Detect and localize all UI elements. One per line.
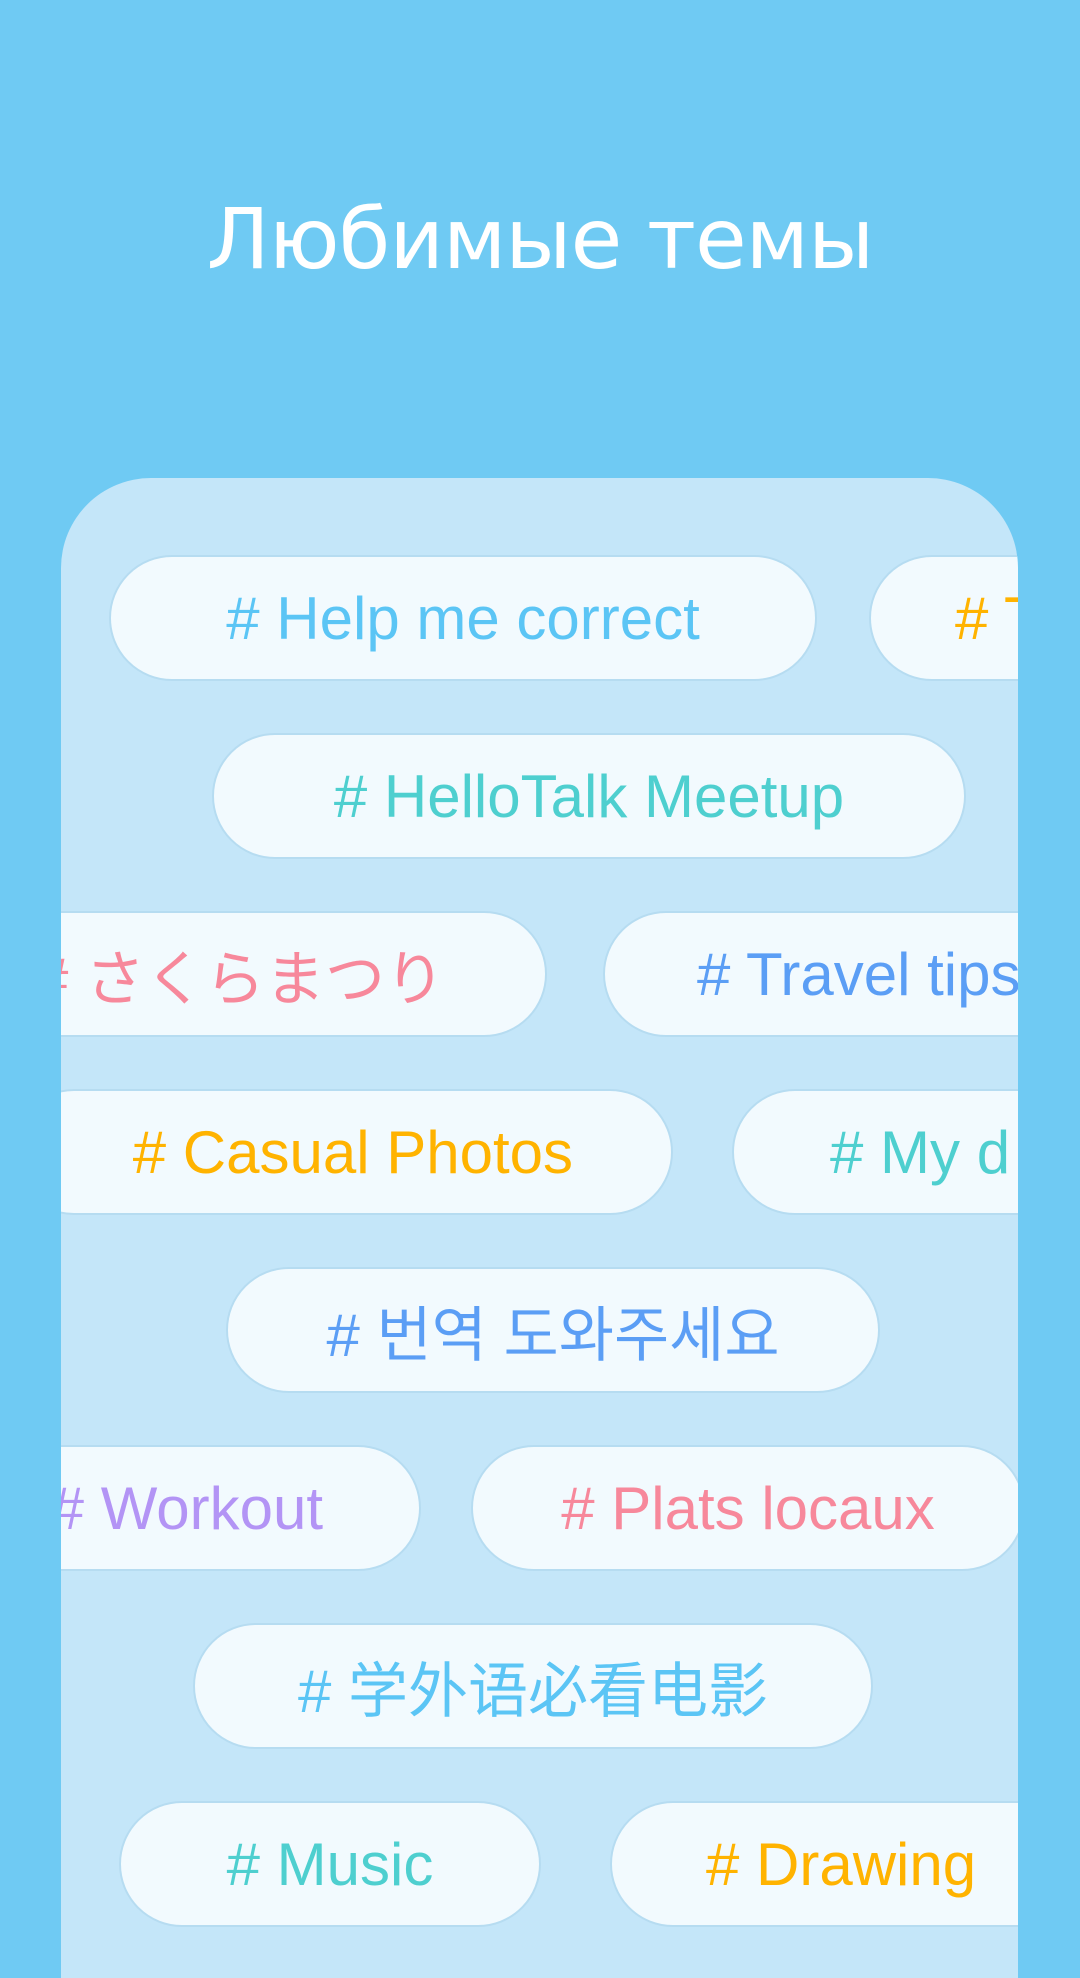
topic-label: # Casual Photos xyxy=(132,1118,573,1186)
topic-chip-casual-photos[interactable]: # Casual Photos xyxy=(61,1089,673,1215)
topic-label: # My d xyxy=(830,1118,1011,1186)
topic-label: # Drawing xyxy=(706,1830,977,1898)
topic-chip-music[interactable]: # Music xyxy=(119,1801,541,1927)
topic-chip-plats-locaux[interactable]: # Plats locaux xyxy=(471,1445,1018,1571)
topic-label: # 번역 도와주세요 xyxy=(326,1301,780,1369)
topic-chip-help-me-correct[interactable]: # Help me correct xyxy=(109,555,817,681)
topic-chip-travel-tips[interactable]: # Travel tips xyxy=(603,911,1018,1037)
topic-label: # Plats locaux xyxy=(561,1474,935,1542)
topic-chip-workout[interactable]: # Workout xyxy=(61,1445,421,1571)
topic-chip-sakura-matsuri[interactable]: # さくらまつり xyxy=(61,911,547,1037)
topics-panel: # Help me correct # T # HelloTalk Meetup… xyxy=(61,478,1018,1978)
topic-label: # HelloTalk Meetup xyxy=(333,762,845,830)
topic-label: # Help me correct xyxy=(226,584,700,652)
topic-label: # さくらまつり xyxy=(61,945,445,1013)
topic-chip-my-d[interactable]: # My d xyxy=(732,1089,1018,1215)
topic-label: # Music xyxy=(226,1830,434,1898)
topic-label: # Travel tips xyxy=(697,940,1018,1008)
topic-chip-t[interactable]: # T xyxy=(869,555,1018,681)
topic-chip-hellotalk-meetup[interactable]: # HelloTalk Meetup xyxy=(212,733,966,859)
page-title: Любимые темы xyxy=(206,190,875,288)
topic-chip-foreign-language-movies[interactable]: # 学外语必看电影 xyxy=(193,1623,873,1749)
topic-chip-translation-help[interactable]: # 번역 도와주세요 xyxy=(226,1267,880,1393)
topic-label: # Workout xyxy=(61,1474,323,1542)
topic-label: # 学外语必看电影 xyxy=(297,1657,769,1725)
topic-label: # T xyxy=(955,584,1018,652)
topic-chip-drawing[interactable]: # Drawing xyxy=(610,1801,1018,1927)
